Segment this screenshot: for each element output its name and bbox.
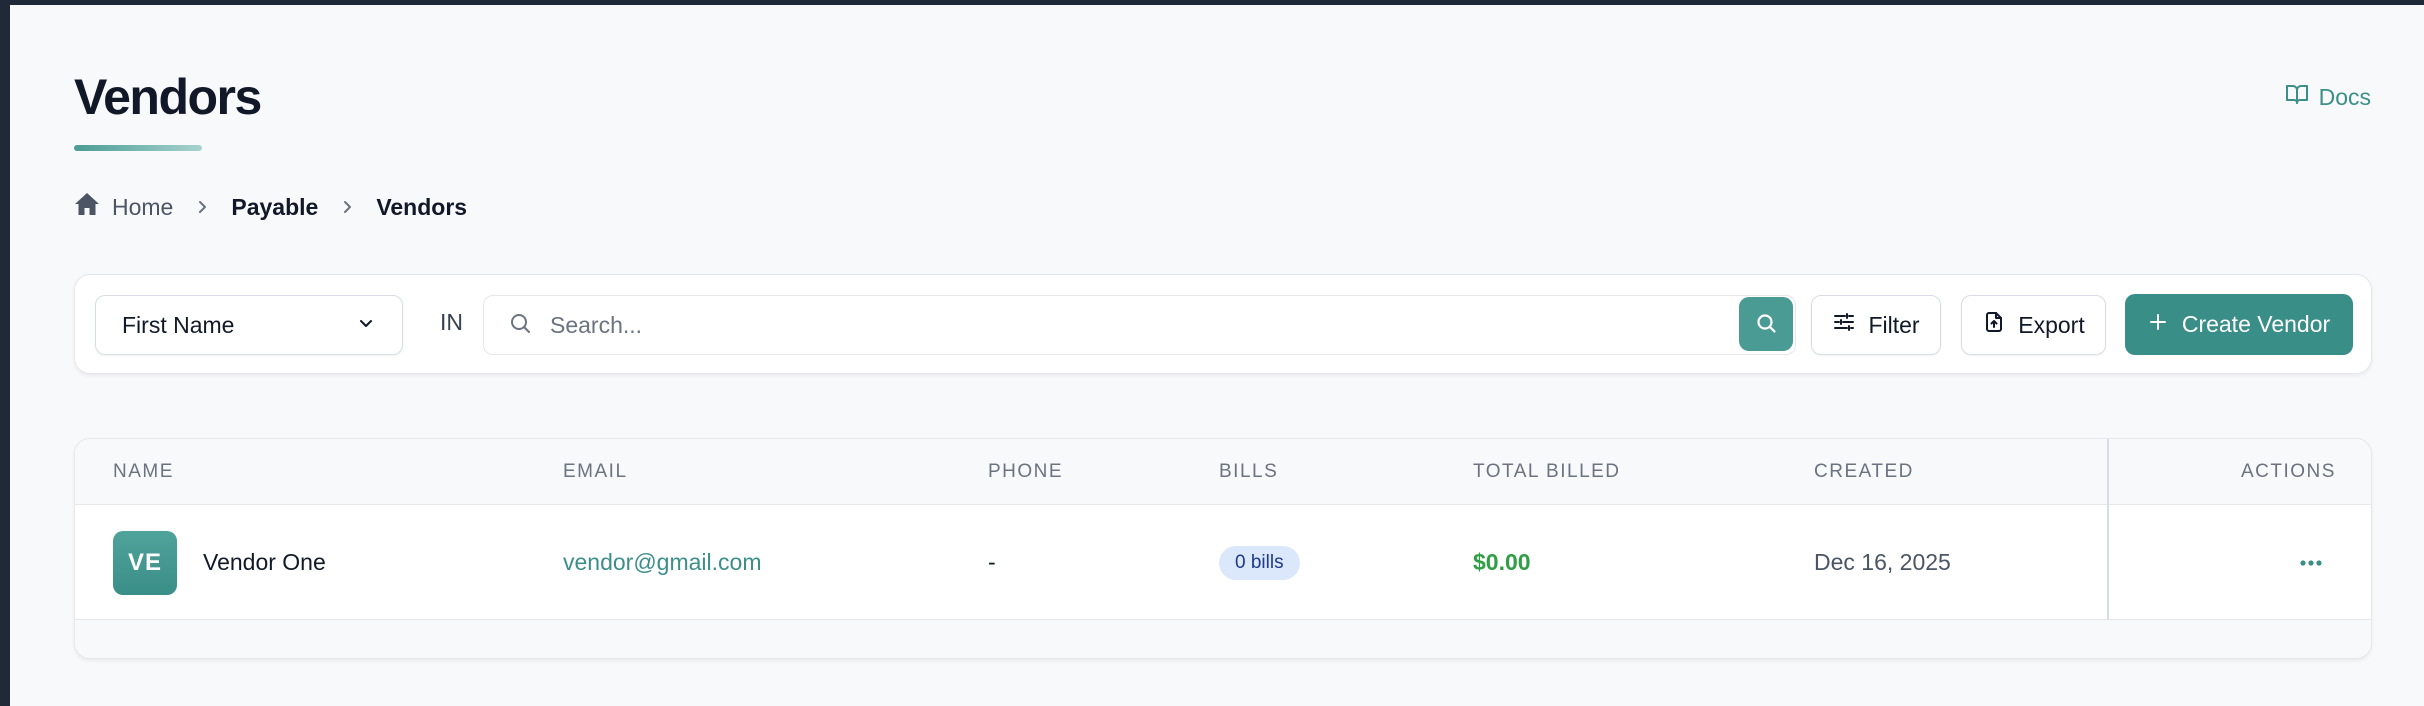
- create-vendor-button[interactable]: Create Vendor: [2125, 294, 2353, 355]
- search-icon: [508, 311, 532, 340]
- export-button[interactable]: Export: [1961, 295, 2106, 355]
- vendor-email[interactable]: vendor@gmail.com: [563, 549, 761, 576]
- docs-label: Docs: [2318, 83, 2371, 110]
- breadcrumb-payable[interactable]: Payable: [231, 194, 318, 221]
- page-title: Vendors: [74, 69, 262, 125]
- table-row[interactable]: VE Vendor One vendor@gmail.com - 0 bills…: [75, 505, 2371, 620]
- search-field-value: First Name: [122, 311, 235, 338]
- search-toolbar: First Name IN Filter Export Create Vendo…: [74, 274, 2372, 374]
- created-date: Dec 16, 2025: [1814, 549, 1951, 575]
- column-header-name[interactable]: NAME: [113, 461, 174, 483]
- sliders-icon: [1832, 310, 1856, 340]
- book-open-icon: [2285, 82, 2309, 112]
- column-header-email[interactable]: EMAIL: [563, 461, 628, 483]
- search-icon: [1754, 311, 1778, 338]
- column-header-created[interactable]: CREATED: [1814, 461, 1914, 483]
- row-actions-button[interactable]: [2291, 549, 2331, 577]
- more-horizontal-icon: [2298, 554, 2324, 572]
- plus-icon: [2148, 311, 2168, 338]
- table-header: NAME EMAIL PHONE BILLS TOTAL BILLED CREA…: [75, 439, 2371, 505]
- search-field-select[interactable]: First Name: [95, 295, 403, 355]
- search-box: [483, 295, 1796, 355]
- chevron-right-icon: [173, 199, 231, 215]
- filter-button[interactable]: Filter: [1811, 295, 1941, 355]
- docs-link[interactable]: Docs: [2285, 82, 2371, 112]
- breadcrumb: Home Payable Vendors: [74, 190, 467, 224]
- search-input[interactable]: [550, 311, 1750, 339]
- filter-label: Filter: [1868, 311, 1920, 338]
- in-label: IN: [440, 309, 463, 335]
- home-icon: [74, 192, 100, 222]
- search-button[interactable]: [1739, 297, 1793, 351]
- vendor-phone: -: [988, 549, 996, 575]
- table-footer: [75, 620, 2371, 658]
- column-header-total-billed[interactable]: TOTAL BILLED: [1473, 461, 1621, 483]
- title-underline: [74, 145, 202, 151]
- window-top-edge: [0, 0, 2424, 5]
- vendors-table: NAME EMAIL PHONE BILLS TOTAL BILLED CREA…: [74, 438, 2372, 659]
- actions-column-divider: [2107, 439, 2109, 620]
- total-billed: $0.00: [1473, 549, 1531, 575]
- breadcrumb-vendors: Vendors: [376, 193, 468, 220]
- export-label: Export: [2018, 311, 2085, 338]
- vendor-name[interactable]: Vendor One: [203, 549, 326, 576]
- chevron-right-icon: [318, 199, 376, 215]
- column-header-bills[interactable]: BILLS: [1219, 461, 1278, 483]
- breadcrumb-home[interactable]: Home: [74, 192, 173, 222]
- bills-badge: 0 bills: [1219, 546, 1300, 580]
- avatar: VE: [113, 531, 177, 595]
- chevron-down-icon: [356, 312, 376, 339]
- breadcrumb-home-label: Home: [112, 193, 174, 220]
- sidebar-edge: [0, 0, 10, 706]
- column-header-phone[interactable]: PHONE: [988, 461, 1063, 483]
- create-vendor-label: Create Vendor: [2181, 311, 2331, 337]
- column-header-actions: ACTIONS: [2241, 461, 2336, 482]
- file-export-icon: [1982, 310, 2006, 340]
